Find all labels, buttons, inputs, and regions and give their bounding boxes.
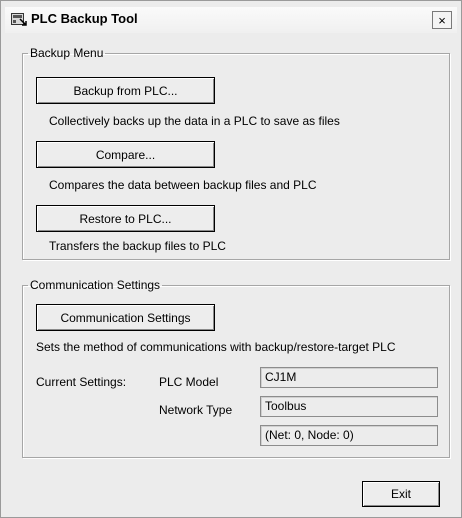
plc-backup-window: PLC Backup Tool × Backup Menu Backup fro…	[0, 0, 462, 518]
restore-description: Transfers the backup files to PLC	[49, 239, 226, 253]
communication-settings-legend: Communication Settings	[30, 278, 161, 292]
compare-description: Compares the data between backup files a…	[49, 178, 317, 192]
plc-backup-icon	[11, 11, 27, 27]
compare-button[interactable]: Compare...	[36, 141, 215, 168]
backup-from-plc-label: Backup from PLC...	[73, 83, 178, 98]
exit-button[interactable]: Exit	[362, 481, 440, 507]
current-settings-label: Current Settings:	[36, 375, 127, 389]
plc-model-label: PLC Model	[159, 375, 219, 389]
net-node-field: (Net: 0, Node: 0)	[260, 425, 438, 446]
backup-from-plc-button[interactable]: Backup from PLC...	[36, 77, 215, 104]
backup-menu-legend: Backup Menu	[30, 46, 104, 60]
exit-label: Exit	[390, 487, 411, 501]
network-type-field: Toolbus	[260, 396, 438, 417]
restore-to-plc-button[interactable]: Restore to PLC...	[36, 205, 215, 232]
plc-model-field: CJ1M	[260, 367, 438, 388]
backup-description: Collectively backs up the data in a PLC …	[49, 114, 340, 128]
network-type-label: Network Type	[159, 403, 233, 417]
window-title: PLC Backup Tool	[31, 11, 138, 26]
title-bar[interactable]: PLC Backup Tool ×	[5, 7, 457, 33]
compare-label: Compare...	[95, 147, 156, 162]
communication-settings-description: Sets the method of communications with b…	[36, 340, 396, 354]
communication-settings-button[interactable]: Communication Settings	[36, 304, 215, 331]
communication-settings-label: Communication Settings	[60, 310, 191, 325]
restore-to-plc-label: Restore to PLC...	[79, 211, 172, 226]
close-button[interactable]: ×	[432, 11, 452, 29]
close-icon: ×	[438, 12, 446, 28]
